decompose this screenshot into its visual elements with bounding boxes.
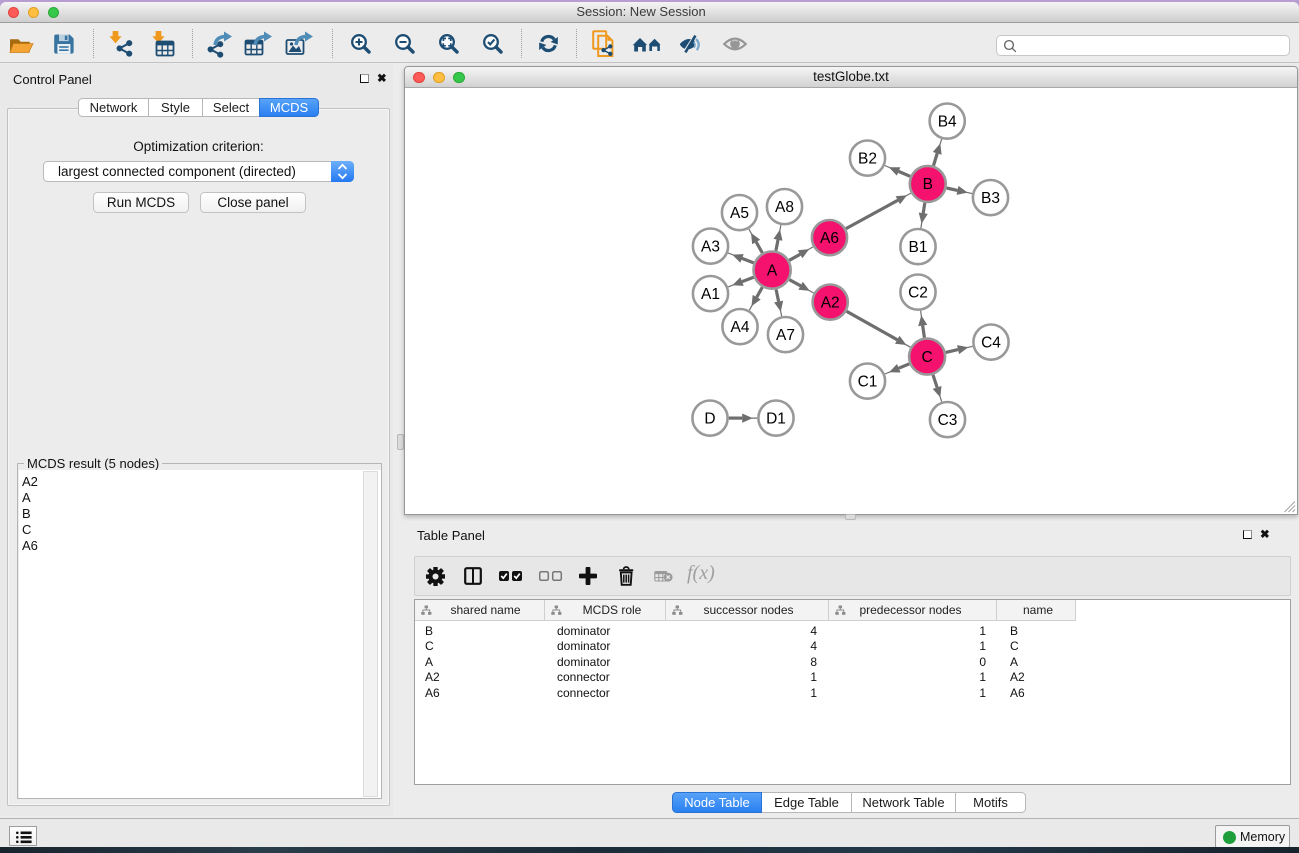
svg-text:A8: A8: [775, 199, 794, 216]
svg-text:C1: C1: [858, 373, 878, 390]
svg-text:B1: B1: [909, 239, 928, 256]
svg-text:B3: B3: [981, 190, 1000, 207]
svg-text:B2: B2: [858, 150, 877, 167]
svg-text:A5: A5: [730, 205, 749, 222]
svg-text:A3: A3: [701, 238, 720, 255]
svg-text:D1: D1: [766, 410, 786, 427]
svg-text:C3: C3: [938, 412, 958, 429]
svg-text:A1: A1: [701, 286, 720, 303]
svg-text:C4: C4: [981, 334, 1001, 351]
svg-text:B: B: [923, 176, 933, 193]
svg-text:A7: A7: [776, 327, 795, 344]
svg-text:A: A: [767, 262, 778, 279]
svg-text:A6: A6: [820, 230, 839, 247]
svg-text:A2: A2: [821, 294, 840, 311]
svg-text:C: C: [921, 349, 932, 366]
svg-text:D: D: [704, 410, 715, 427]
svg-text:C2: C2: [908, 284, 928, 301]
svg-text:A4: A4: [731, 319, 750, 336]
svg-text:B4: B4: [938, 113, 957, 130]
